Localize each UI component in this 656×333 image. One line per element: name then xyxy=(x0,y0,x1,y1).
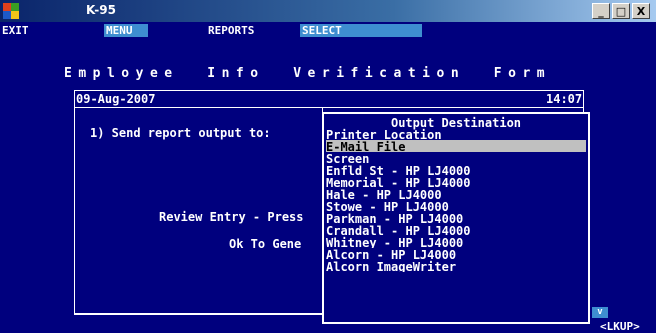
window-title: K-95 xyxy=(86,3,116,17)
output-prompt: 1) Send report output to: xyxy=(90,126,271,140)
list-item[interactable]: Whitney - HP LJ4000 xyxy=(326,236,586,248)
form-time: 14:07 xyxy=(546,92,583,106)
maximize-button[interactable]: □ xyxy=(612,3,630,19)
title-bar: K-95 _ □ X xyxy=(0,0,656,22)
list-item[interactable]: Screen xyxy=(326,152,586,164)
minimize-button[interactable]: _ xyxy=(592,3,610,19)
list-item[interactable]: Crandall - HP LJ4000 xyxy=(326,224,586,236)
list-item[interactable]: Printer_Location____ xyxy=(326,128,586,140)
list-item[interactable]: Alcorn ImageWriter xyxy=(326,260,586,272)
scroll-down-button[interactable]: v xyxy=(592,307,608,318)
terminal-window: K-95 _ □ X EXIT MENU REPORTS SELECT Empl… xyxy=(0,0,656,333)
lookup-indicator: <LKUP> xyxy=(600,320,640,333)
app-icon xyxy=(3,3,19,19)
form-title: Employee Info Verification Form xyxy=(64,66,552,81)
list-item[interactable]: Stowe - HP LJ4000 xyxy=(326,200,586,212)
list-item[interactable]: Enfld St - HP LJ4000 xyxy=(326,164,586,176)
output-destination-list[interactable]: Output Destination Printer_Location____ … xyxy=(322,112,590,324)
form-date: 09-Aug-2007 xyxy=(76,92,156,106)
review-entry-text: Review Entry - Press xyxy=(159,210,304,224)
terminal-screen: Employee Info Verification Form 09-Aug-2… xyxy=(0,40,656,333)
menu-select[interactable]: SELECT xyxy=(300,24,422,37)
menu-bar: EXIT MENU REPORTS SELECT xyxy=(0,22,656,39)
list-item[interactable]: Memorial - HP LJ4000 xyxy=(326,176,586,188)
list-item[interactable]: Alcorn - HP LJ4000 xyxy=(326,248,586,260)
menu-reports[interactable]: REPORTS xyxy=(206,24,256,37)
ok-to-generate-text: Ok To Gene xyxy=(229,237,302,251)
list-item[interactable]: Parkman - HP LJ4000 xyxy=(326,212,586,224)
list-item-selected[interactable]: E-Mail File xyxy=(326,140,586,152)
menu-menu[interactable]: MENU xyxy=(104,24,148,37)
list-item[interactable]: Hale - HP LJ4000 xyxy=(326,188,586,200)
menu-exit[interactable]: EXIT xyxy=(0,24,31,37)
close-button[interactable]: X xyxy=(632,3,650,19)
